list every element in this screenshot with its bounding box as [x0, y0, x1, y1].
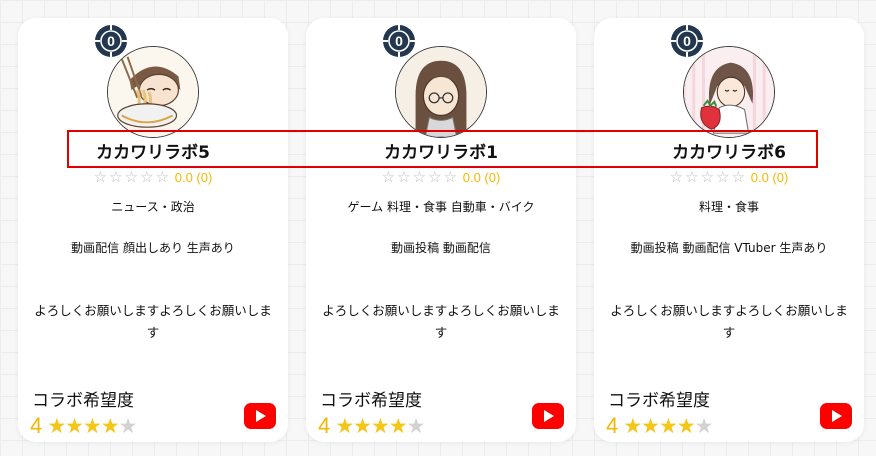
activity-tags: 動画配信 顔出しあり 生声あり [71, 241, 235, 255]
youtube-icon[interactable] [532, 403, 564, 429]
genre-tags: ゲーム 料理・食事 自動車・バイク [347, 200, 535, 214]
creator-card[interactable]: 0 カカワリラボ6 ☆☆☆☆☆ 0.0 (0) 料理・食事 動画投稿 動画配信 … [594, 18, 864, 442]
creator-name[interactable]: カカワリラボ1 [306, 138, 576, 163]
genre-tags: ニュース・政治 [111, 200, 195, 214]
rank-badge: 0 [93, 23, 129, 59]
empty-stars-icon: ☆☆☆☆☆ [381, 168, 459, 186]
rating-score: 0.0 (0) [750, 170, 789, 185]
profile-message: よろしくお願いしますよろしくお願いします [322, 303, 560, 340]
empty-star-icon: ★ [406, 414, 426, 438]
strawberry-girl-avatar-icon[interactable] [683, 46, 775, 138]
rating-score: 0.0 (0) [462, 170, 501, 185]
review-rating: ☆☆☆☆☆ 0.0 (0) [18, 168, 288, 186]
rank-badge: 0 [381, 23, 417, 59]
profile-message: よろしくお願いしますよろしくお願いします [34, 303, 272, 340]
rank-badge: 0 [669, 23, 705, 59]
collab-rating: 4 ★★★★★ [606, 413, 714, 439]
collab-value: 4 [318, 413, 331, 438]
badge-count: 0 [107, 33, 115, 49]
empty-star-icon: ★ [694, 414, 714, 438]
glasses-girl-avatar-icon[interactable] [395, 46, 487, 138]
filled-stars-icon: ★★★★ [623, 414, 695, 438]
empty-stars-icon: ☆☆☆☆☆ [669, 168, 747, 186]
profile-message: よろしくお願いしますよろしくお願いします [610, 303, 848, 340]
creator-card[interactable]: 0 カカワリラボ5 ☆☆☆☆☆ 0.0 (0) ニュース・政治 動画配信 顔出し… [18, 18, 288, 442]
empty-star-icon: ★ [118, 414, 138, 438]
youtube-icon[interactable] [244, 403, 276, 429]
creator-card[interactable]: 0 カカワリラボ1 ☆☆☆☆☆ 0.0 (0) ゲーム 料理・食事 自動車・バイ… [306, 18, 576, 442]
creator-name[interactable]: カカワリラボ6 [594, 138, 864, 163]
youtube-icon[interactable] [820, 403, 852, 429]
empty-stars-icon: ☆☆☆☆☆ [93, 168, 171, 186]
activity-tags: 動画投稿 動画配信 [391, 241, 491, 255]
review-rating: ☆☆☆☆☆ 0.0 (0) [306, 168, 576, 186]
activity-tags: 動画投稿 動画配信 VTuber 生声あり [630, 241, 828, 255]
review-rating: ☆☆☆☆☆ 0.0 (0) [594, 168, 864, 186]
genre-tags: 料理・食事 [698, 200, 759, 214]
collab-label: コラボ希望度 [320, 391, 422, 411]
badge-count: 0 [683, 33, 691, 49]
collab-value: 4 [30, 413, 43, 438]
collab-value: 4 [606, 413, 619, 438]
badge-count: 0 [395, 33, 403, 49]
filled-stars-icon: ★★★★ [47, 414, 119, 438]
collab-rating: 4 ★★★★★ [30, 413, 138, 439]
ramen-eater-avatar-icon[interactable] [107, 46, 199, 138]
filled-stars-icon: ★★★★ [335, 414, 407, 438]
collab-rating: 4 ★★★★★ [318, 413, 426, 439]
collab-label: コラボ希望度 [32, 391, 134, 411]
creator-name[interactable]: カカワリラボ5 [18, 138, 288, 163]
collab-label: コラボ希望度 [608, 391, 710, 411]
rating-score: 0.0 (0) [174, 170, 213, 185]
